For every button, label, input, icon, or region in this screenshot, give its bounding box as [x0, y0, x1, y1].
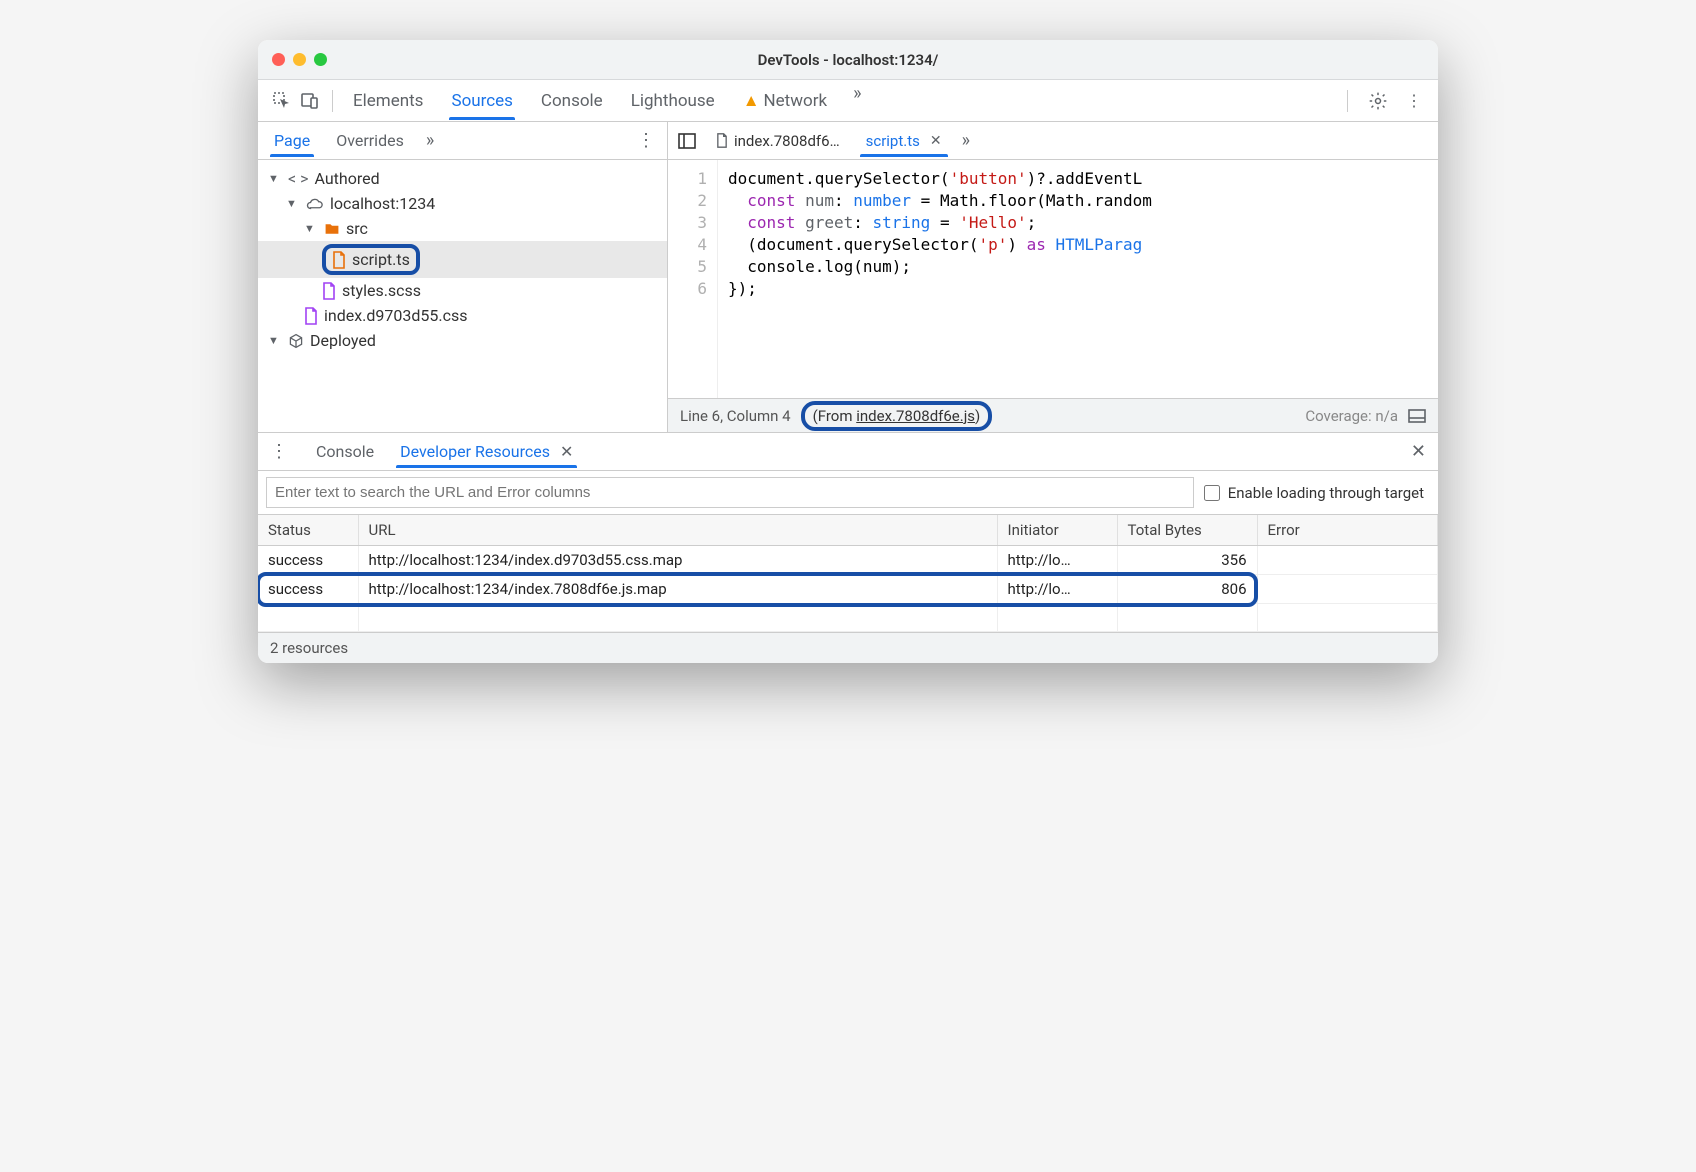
- disclosure-icon: ▼: [286, 197, 300, 210]
- col-bytes[interactable]: Total Bytes: [1117, 515, 1257, 546]
- highlight-annotation: script.ts: [322, 244, 420, 275]
- tab-lighthouse[interactable]: Lighthouse: [629, 83, 717, 119]
- cube-icon: [288, 333, 304, 349]
- disclosure-icon: ▼: [304, 222, 318, 235]
- more-navigator-tabs-icon[interactable]: »: [426, 130, 434, 151]
- tree-file-index-css[interactable]: index.d9703d55.css: [258, 303, 667, 328]
- warning-icon: ▲: [743, 91, 760, 111]
- file-icon: [304, 307, 318, 325]
- toggle-navigator-icon[interactable]: [678, 133, 696, 149]
- tree-deployed[interactable]: ▼ Deployed: [258, 328, 667, 353]
- editor-tab-index-js[interactable]: index.7808df6…: [710, 126, 846, 156]
- more-tabs-icon[interactable]: »: [853, 83, 861, 119]
- table-header: Status URL Initiator Total Bytes Error: [258, 515, 1438, 546]
- drawer-panel: ⋮ Console Developer Resources ✕ ✕ Enable…: [258, 432, 1438, 663]
- tree-label: script.ts: [352, 250, 410, 269]
- navigator-tab-overrides[interactable]: Overrides: [332, 125, 408, 156]
- cloud-icon: [306, 197, 324, 211]
- sources-split: Page Overrides » ⋮ ▼ < > Authored ▼ loca…: [258, 122, 1438, 432]
- cursor-position: Line 6, Column 4: [680, 407, 791, 425]
- close-drawer-tab-icon[interactable]: ✕: [560, 442, 573, 461]
- editor-tab-label: script.ts: [866, 132, 920, 150]
- from-prefix: (From: [813, 407, 857, 425]
- table-row-empty: [258, 604, 1438, 632]
- navigator-tab-page[interactable]: Page: [270, 125, 314, 156]
- col-url[interactable]: URL: [358, 515, 997, 546]
- file-icon: [716, 133, 728, 148]
- line-gutter: 123456: [668, 160, 718, 398]
- code-editor[interactable]: 123456 document.querySelector('button')?…: [668, 160, 1438, 398]
- resources-table: Status URL Initiator Total Bytes Error s…: [258, 515, 1438, 632]
- tree-label: styles.scss: [342, 281, 421, 300]
- more-options-icon[interactable]: ⋮: [1400, 87, 1428, 115]
- drawer-options-icon[interactable]: ⋮: [270, 441, 288, 462]
- tab-elements[interactable]: Elements: [351, 83, 425, 119]
- table-row[interactable]: successhttp://localhost:1234/index.d9703…: [258, 546, 1438, 575]
- table-row[interactable]: successhttp://localhost:1234/index.7808d…: [258, 575, 1438, 604]
- tree-label: index.d9703d55.css: [324, 306, 468, 325]
- drawer-tab-console[interactable]: Console: [312, 436, 378, 467]
- code-icon: < >: [288, 169, 308, 188]
- drawer-tab-dev-resources[interactable]: Developer Resources ✕: [396, 436, 577, 467]
- navigator-panel: Page Overrides » ⋮ ▼ < > Authored ▼ loca…: [258, 122, 668, 432]
- drawer-tabs: ⋮ Console Developer Resources ✕ ✕: [258, 433, 1438, 471]
- editor-statusbar: Line 6, Column 4 (From index.7808df6e.js…: [668, 398, 1438, 432]
- disclosure-icon: ▼: [268, 334, 282, 347]
- separator: [332, 90, 333, 112]
- tree-label: src: [346, 219, 368, 238]
- file-tree: ▼ < > Authored ▼ localhost:1234 ▼: [258, 160, 667, 432]
- tree-host[interactable]: ▼ localhost:1234: [258, 191, 667, 216]
- editor-tab-script-ts[interactable]: script.ts ✕: [860, 126, 948, 156]
- editor-panel: index.7808df6… script.ts ✕ » 123456 docu…: [668, 122, 1438, 432]
- toolbar-right: ⋮: [1339, 87, 1428, 115]
- navigator-tabs: Page Overrides » ⋮: [258, 122, 667, 160]
- toggle-details-icon[interactable]: [1408, 409, 1426, 423]
- col-status[interactable]: Status: [258, 515, 358, 546]
- editor-tabs: index.7808df6… script.ts ✕ »: [668, 122, 1438, 160]
- tab-network-label: Network: [764, 91, 828, 111]
- tab-console[interactable]: Console: [539, 83, 605, 119]
- devtools-window: DevTools - localhost:1234/ Elements Sour…: [258, 40, 1438, 663]
- tab-sources[interactable]: Sources: [449, 83, 514, 119]
- inspect-element-icon[interactable]: [268, 87, 296, 115]
- tree-label: Authored: [314, 169, 379, 188]
- sourcemap-origin[interactable]: (From index.7808df6e.js): [801, 401, 993, 431]
- drawer-footer: 2 resources: [258, 632, 1438, 663]
- tree-label: localhost:1234: [330, 194, 435, 213]
- filter-bar: Enable loading through target: [258, 471, 1438, 515]
- tree-file-script-ts[interactable]: script.ts: [258, 241, 667, 278]
- file-icon: [332, 251, 346, 269]
- tree-folder-src[interactable]: ▼ src: [258, 216, 667, 241]
- main-tabs: Elements Sources Console Lighthouse ▲Net…: [351, 83, 1339, 119]
- from-suffix: ): [975, 407, 980, 425]
- col-error[interactable]: Error: [1257, 515, 1437, 546]
- tree-authored[interactable]: ▼ < > Authored: [258, 166, 667, 191]
- tree-file-styles-scss[interactable]: styles.scss: [258, 278, 667, 303]
- folder-icon: [324, 222, 340, 236]
- close-tab-icon[interactable]: ✕: [930, 133, 942, 149]
- file-icon: [322, 282, 336, 300]
- filter-input[interactable]: [266, 477, 1194, 508]
- separator: [1347, 90, 1348, 112]
- main-toolbar: Elements Sources Console Lighthouse ▲Net…: [258, 80, 1438, 122]
- enable-loading-label: Enable loading through target: [1228, 484, 1424, 502]
- more-editor-tabs-icon[interactable]: »: [962, 130, 970, 151]
- enable-loading-toggle[interactable]: Enable loading through target: [1204, 484, 1430, 502]
- coverage-status: Coverage: n/a: [1305, 407, 1398, 425]
- drawer-tab-label: Developer Resources: [400, 442, 550, 461]
- settings-icon[interactable]: [1364, 87, 1392, 115]
- titlebar: DevTools - localhost:1234/: [258, 40, 1438, 80]
- navigator-options-icon[interactable]: ⋮: [637, 130, 655, 151]
- disclosure-icon: ▼: [268, 172, 282, 185]
- tree-label: Deployed: [310, 331, 376, 350]
- enable-loading-checkbox[interactable]: [1204, 485, 1220, 501]
- close-drawer-icon[interactable]: ✕: [1411, 441, 1426, 462]
- editor-tab-label: index.7808df6…: [734, 132, 840, 150]
- from-link[interactable]: index.7808df6e.js: [856, 407, 975, 425]
- device-toolbar-icon[interactable]: [296, 87, 324, 115]
- tab-network[interactable]: ▲Network: [741, 83, 829, 119]
- window-title: DevTools - localhost:1234/: [258, 51, 1438, 69]
- col-initiator[interactable]: Initiator: [997, 515, 1117, 546]
- code-content[interactable]: document.querySelector('button')?.addEve…: [718, 160, 1438, 398]
